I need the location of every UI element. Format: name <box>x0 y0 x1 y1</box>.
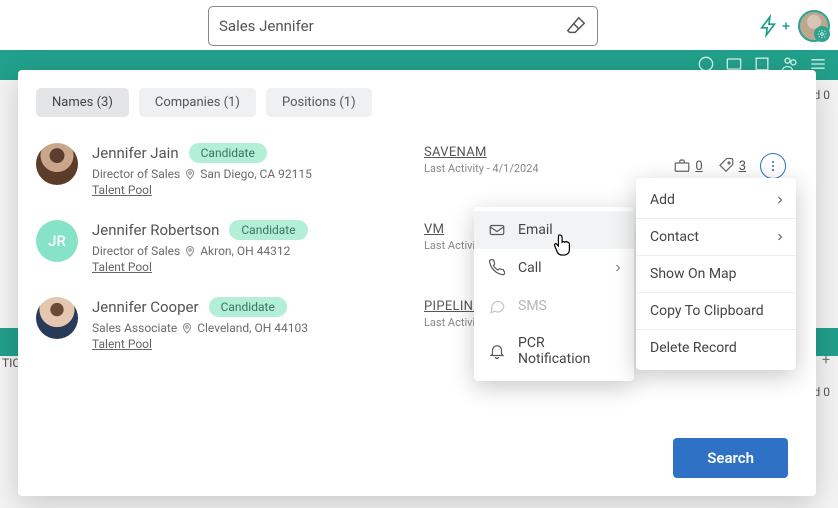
status-badge: Candidate <box>229 220 307 240</box>
search-input[interactable] <box>219 17 565 35</box>
menu-label: Copy To Clipboard <box>650 303 764 319</box>
current-user-avatar[interactable] <box>798 10 830 42</box>
talent-pool-link[interactable]: Talent Pool <box>92 183 152 197</box>
person-name[interactable]: Jennifer Cooper <box>92 298 199 316</box>
result-tabs: Names (3) Companies (1) Positions (1) <box>18 88 816 117</box>
menu-pcr-notification[interactable]: PCR Notification <box>474 325 634 377</box>
chevron-right-icon <box>612 262 624 274</box>
avatar[interactable]: JR <box>36 220 78 262</box>
menu-add[interactable]: Add <box>636 182 796 218</box>
chevron-right-icon <box>774 194 786 206</box>
menu-contact[interactable]: Contact <box>636 219 796 255</box>
person-name[interactable]: Jennifer Robertson <box>92 221 219 239</box>
top-bar <box>0 0 838 50</box>
menu-call[interactable]: Call <box>474 249 634 287</box>
menu-label: Email <box>518 222 553 238</box>
search-button[interactable]: Search <box>673 438 788 478</box>
bell-icon <box>488 342 506 360</box>
menu-show-on-map[interactable]: Show On Map <box>636 256 796 292</box>
location-text: San Diego, CA 92115 <box>200 167 312 181</box>
briefcase-count[interactable]: 0 <box>673 157 702 175</box>
menu-label: Show On Map <box>650 266 737 282</box>
email-icon <box>488 221 506 239</box>
location-pin-icon <box>181 322 193 334</box>
global-search[interactable] <box>208 6 598 46</box>
row-more-button[interactable] <box>760 153 786 179</box>
last-activity: Last Activity - 4/1/2024 <box>424 162 539 175</box>
status-badge: Candidate <box>209 297 287 317</box>
tag-count[interactable]: 3 <box>717 157 746 175</box>
tool-plus[interactable]: + <box>822 352 830 368</box>
quick-add-icon[interactable] <box>758 13 792 39</box>
menu-label: SMS <box>518 298 547 314</box>
location-pin-icon <box>184 168 196 180</box>
talent-pool-link[interactable]: Talent Pool <box>92 337 152 351</box>
row-action-menu: Add Contact Show On Map Copy To Clipboar… <box>636 178 796 370</box>
job-title: Director of Sales <box>92 244 180 258</box>
job-title: Sales Associate <box>92 321 177 335</box>
location-text: Cleveland, OH 44103 <box>197 321 308 335</box>
menu-label: Add <box>650 192 675 208</box>
avatar[interactable] <box>36 297 78 339</box>
menu-email[interactable]: Email <box>474 211 634 249</box>
contact-submenu: Email Call SMS PCR Notification <box>474 207 634 381</box>
menu-delete-record[interactable]: Delete Record <box>636 330 796 366</box>
talent-pool-link[interactable]: Talent Pool <box>92 260 152 274</box>
tab-positions[interactable]: Positions (1) <box>266 88 372 117</box>
menu-copy-clipboard[interactable]: Copy To Clipboard <box>636 293 796 329</box>
rollup-name[interactable]: SAVENAM <box>424 145 539 160</box>
tab-names[interactable]: Names (3) <box>36 88 129 117</box>
eraser-icon[interactable] <box>565 15 587 37</box>
location-text: Akron, OH 44312 <box>200 244 290 258</box>
top-right-controls <box>758 10 830 42</box>
person-name[interactable]: Jennifer Jain <box>92 144 179 162</box>
menu-label: PCR Notification <box>518 335 620 367</box>
settings-gear-icon[interactable] <box>814 26 830 42</box>
tab-companies[interactable]: Companies (1) <box>139 88 256 117</box>
job-title: Director of Sales <box>92 167 180 181</box>
phone-icon <box>488 259 506 277</box>
avatar[interactable] <box>36 143 78 185</box>
location-pin-icon <box>184 245 196 257</box>
menu-label: Contact <box>650 229 699 245</box>
menu-label: Delete Record <box>650 340 737 356</box>
chevron-right-icon <box>774 231 786 243</box>
menu-sms: SMS <box>474 287 634 325</box>
menu-label: Call <box>518 260 542 276</box>
status-badge: Candidate <box>189 143 267 163</box>
sms-icon <box>488 297 506 315</box>
